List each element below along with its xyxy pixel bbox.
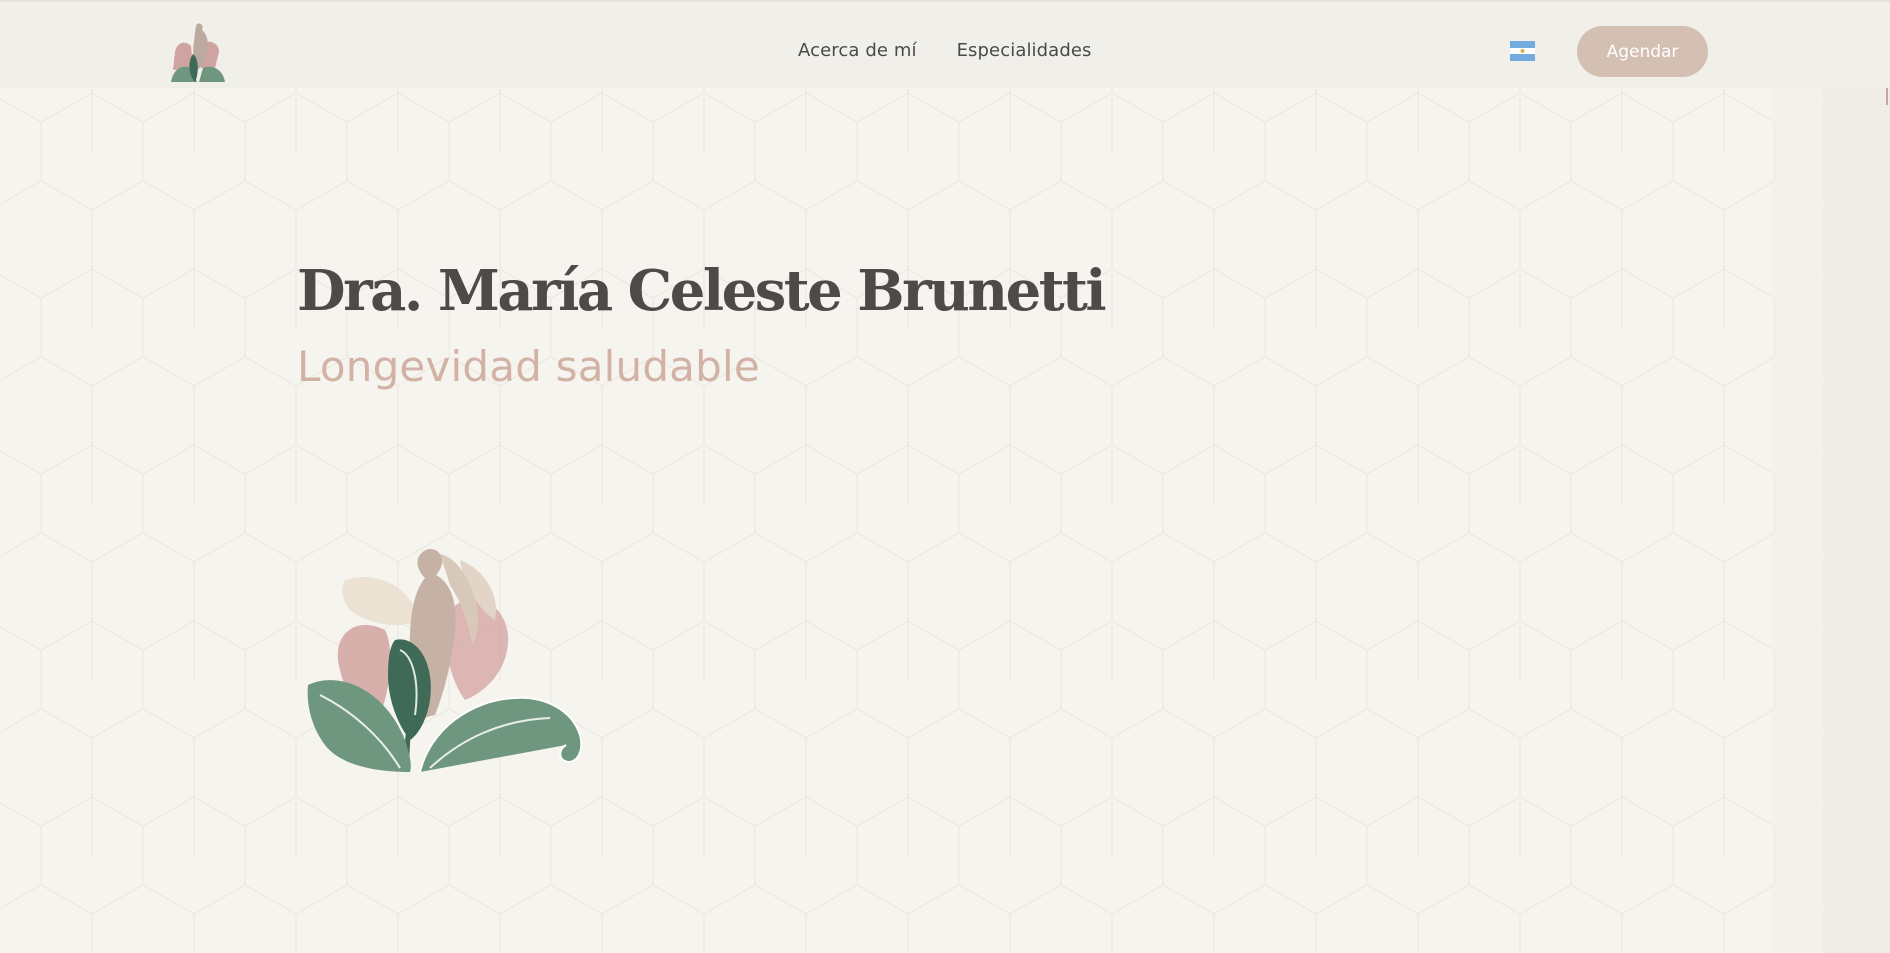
brand-logo[interactable] xyxy=(167,18,229,82)
hero-title: Dra. María Celeste Brunetti xyxy=(297,258,1107,324)
nav-link-about[interactable]: Acerca de mí xyxy=(798,40,917,61)
schedule-button[interactable]: Agendar xyxy=(1577,26,1708,77)
hero-subtitle: Longevidad saludable xyxy=(297,342,760,391)
nav-link-specialties[interactable]: Especialidades xyxy=(957,40,1092,61)
hexagon-background xyxy=(0,0,1890,953)
hero-illustration xyxy=(307,549,583,772)
main-nav: Acerca de mí Especialidades xyxy=(798,40,1092,61)
site-header: Acerca de mí Especialidades Agendar xyxy=(0,0,1890,88)
argentina-flag-icon[interactable] xyxy=(1510,41,1535,61)
